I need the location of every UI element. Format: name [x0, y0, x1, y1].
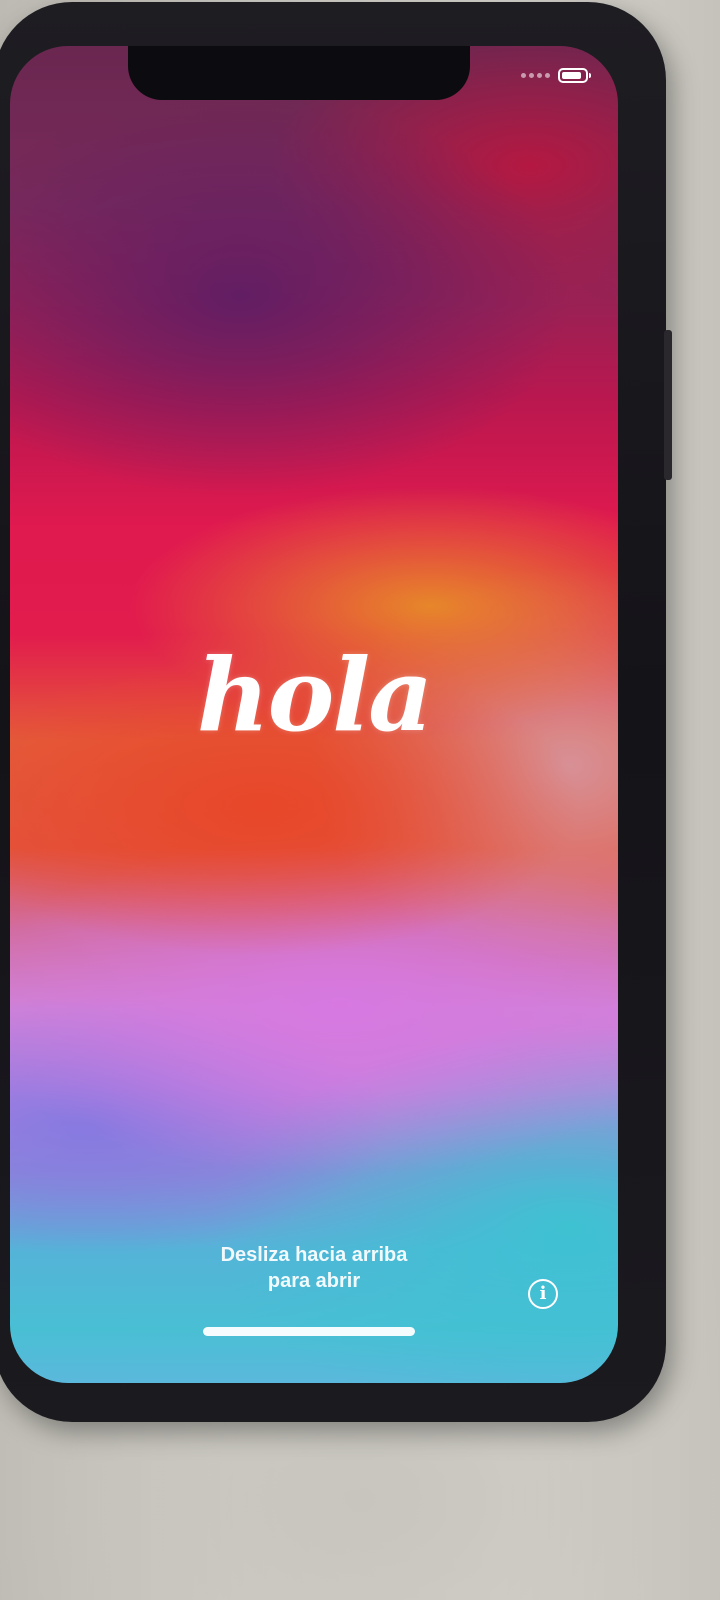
status-bar [521, 68, 591, 83]
battery-icon [558, 68, 591, 83]
battery-level-fill [562, 72, 581, 79]
greeting-text: hola [196, 636, 433, 754]
info-icon[interactable]: i [528, 1279, 558, 1309]
signal-dots-icon [521, 73, 550, 78]
side-button [664, 330, 672, 480]
swipe-hint-line-2: para abrir [267, 1270, 361, 1292]
home-indicator[interactable] [203, 1327, 415, 1336]
phone-frame: hola Desliza hacia arriba para abrir i [0, 2, 666, 1422]
swipe-hint-line-1: Desliza hacia arriba [220, 1244, 408, 1266]
lock-screen: hola Desliza hacia arriba para abrir i [10, 46, 618, 1383]
notch [128, 46, 470, 100]
swipe-up-hint: Desliza hacia arriba para abrir [10, 1242, 618, 1294]
